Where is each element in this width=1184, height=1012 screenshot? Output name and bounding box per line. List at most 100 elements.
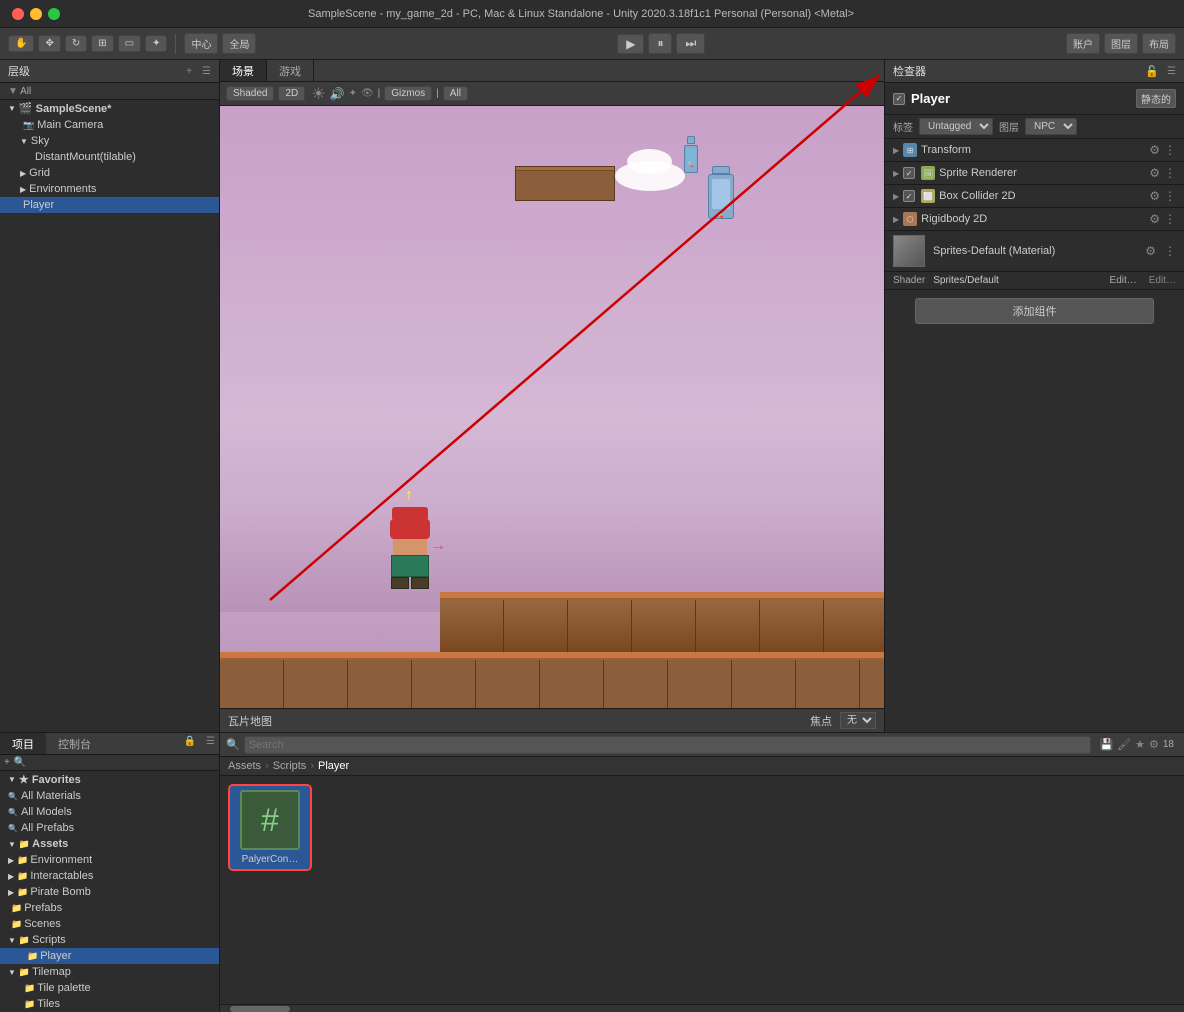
tree-scripts[interactable]: ▼ 📁Scripts bbox=[0, 932, 219, 948]
hierarchy-maincamera[interactable]: 📷 Main Camera bbox=[0, 117, 219, 133]
hierarchy-add[interactable]: + bbox=[186, 66, 192, 77]
tree-tilemap[interactable]: ▼ 📁Tilemap bbox=[0, 964, 219, 980]
horizontal-scrollbar[interactable] bbox=[220, 1004, 1184, 1012]
tree-scripts-player[interactable]: 📁Player bbox=[0, 948, 219, 964]
breadcrumb-assets[interactable]: Assets bbox=[228, 760, 261, 772]
tag-select[interactable]: Untagged bbox=[919, 118, 993, 135]
tool-rect[interactable]: ▭ bbox=[118, 35, 141, 52]
breadcrumb-player[interactable]: Player bbox=[318, 760, 349, 772]
lighting-icon[interactable]: ☀ bbox=[311, 84, 325, 104]
add-folder-icon[interactable]: + bbox=[4, 757, 10, 768]
panel-menu[interactable]: ☰ bbox=[202, 733, 219, 754]
tree-favorites[interactable]: ▼★ Favorites bbox=[0, 771, 219, 788]
material-settings[interactable]: ⚙ bbox=[1145, 244, 1156, 258]
gizmos-button[interactable]: Gizmos bbox=[384, 86, 432, 101]
panel-lock[interactable]: 🔒 bbox=[178, 733, 202, 754]
tool-rotate[interactable]: ↻ bbox=[65, 35, 87, 52]
hierarchy-player[interactable]: Player bbox=[0, 197, 219, 213]
tree-environment[interactable]: ▶ 📁Environment bbox=[0, 852, 219, 868]
hierarchy-grid[interactable]: ▶ Grid bbox=[0, 165, 219, 181]
game-tab[interactable]: 游戏 bbox=[267, 60, 314, 81]
pause-button[interactable]: ⏸ bbox=[648, 33, 672, 54]
focus-select[interactable]: 无 bbox=[840, 712, 876, 729]
rigidbody-settings[interactable]: ⚙ bbox=[1149, 212, 1160, 226]
focus-label: 焦点 bbox=[810, 713, 832, 729]
material-overflow[interactable]: ⋮ bbox=[1164, 244, 1176, 258]
layout-button[interactable]: 布局 bbox=[1142, 33, 1176, 54]
static-badge[interactable]: 静态的 bbox=[1136, 89, 1176, 108]
tool-hand[interactable]: ✋ bbox=[8, 35, 34, 52]
hierarchy-sky[interactable]: ▼ Sky bbox=[0, 133, 219, 149]
global-button[interactable]: 全局 bbox=[222, 33, 256, 54]
shader-edit-left[interactable]: Edit… bbox=[1110, 275, 1137, 286]
scrollbar-thumb[interactable] bbox=[230, 1006, 290, 1012]
transform-component[interactable]: ▶ ⊞ Transform ⚙ ⋮ bbox=[885, 139, 1184, 162]
scene-viewport[interactable]: 💊 💊 bbox=[220, 106, 884, 732]
console-tab[interactable]: 控制台 bbox=[46, 733, 103, 754]
transform-overflow[interactable]: ⋮ bbox=[1164, 143, 1176, 157]
inspector-lock[interactable]: 🔓 bbox=[1145, 65, 1159, 78]
hierarchy-menu[interactable]: ☰ bbox=[202, 66, 211, 77]
star-icon[interactable]: ★ bbox=[1135, 738, 1145, 751]
tree-tiles[interactable]: 📁Tiles bbox=[0, 996, 219, 1012]
sprite-renderer-component[interactable]: ▶ ✓ 🖼 Sprite Renderer ⚙ ⋮ bbox=[885, 162, 1184, 185]
shader-edit-right[interactable]: Edit… bbox=[1149, 275, 1176, 286]
breadcrumb-scripts[interactable]: Scripts bbox=[273, 760, 307, 772]
hide-icon[interactable]: 👁 bbox=[361, 88, 374, 99]
gameobject-active-checkbox[interactable]: ✓ bbox=[893, 93, 905, 105]
tree-scenes[interactable]: 📁Scenes bbox=[0, 916, 219, 932]
tree-prefabs[interactable]: 📁Prefabs bbox=[0, 900, 219, 916]
search-project-icon[interactable]: 🔍 bbox=[14, 757, 26, 768]
folder-pref-icon: 📁 bbox=[11, 903, 22, 914]
tool-move[interactable]: ✥ bbox=[38, 35, 60, 52]
tree-interactables[interactable]: ▶ 📁Interactables bbox=[0, 868, 219, 884]
maximize-button[interactable] bbox=[48, 8, 60, 20]
step-button[interactable]: ⏭ bbox=[676, 33, 705, 54]
tool-scale[interactable]: ⊞ bbox=[91, 35, 113, 52]
folder-pb-icon: 📁 bbox=[17, 887, 28, 898]
project-search-input[interactable] bbox=[244, 736, 1092, 754]
transform-settings[interactable]: ⚙ bbox=[1149, 143, 1160, 157]
save-icon[interactable]: 💾 bbox=[1099, 738, 1113, 751]
sprite-enabled[interactable]: ✓ bbox=[903, 167, 915, 179]
tree-pirate-bomb[interactable]: ▶ 📁Pirate Bomb bbox=[0, 884, 219, 900]
tool-transform[interactable]: ✦ bbox=[145, 35, 167, 52]
hierarchy-samplescene[interactable]: ▼ 🎬 SampleScene* bbox=[0, 100, 219, 117]
layer-select[interactable]: NPC bbox=[1025, 118, 1077, 135]
all-button[interactable]: All bbox=[443, 86, 468, 101]
minimize-button[interactable] bbox=[30, 8, 42, 20]
play-button[interactable]: ▶ bbox=[617, 34, 644, 54]
collider-settings[interactable]: ⚙ bbox=[1149, 189, 1160, 203]
project-tab[interactable]: 项目 bbox=[0, 733, 46, 754]
rigidbody-overflow[interactable]: ⋮ bbox=[1164, 212, 1176, 226]
tree-all-models[interactable]: 🔍All Models bbox=[0, 804, 219, 820]
sprite-overflow[interactable]: ⋮ bbox=[1164, 166, 1176, 180]
asset-player-script[interactable]: # PalyerCon… bbox=[230, 786, 310, 869]
audio-icon[interactable]: 🔊 bbox=[330, 87, 345, 101]
window-controls[interactable] bbox=[12, 8, 60, 20]
rigidbody-component[interactable]: ▶ ⬡ Rigidbody 2D ⚙ ⋮ bbox=[885, 208, 1184, 231]
pivot-button[interactable]: 中心 bbox=[184, 33, 218, 54]
layers-button[interactable]: 图层 bbox=[1104, 33, 1138, 54]
collider-overflow[interactable]: ⋮ bbox=[1164, 189, 1176, 203]
add-component-button[interactable]: 添加组件 bbox=[915, 298, 1154, 324]
shaded-dropdown[interactable]: Shaded bbox=[226, 86, 274, 101]
account-button[interactable]: 账户 bbox=[1066, 33, 1100, 54]
bottom-panel: 项目 控制台 🔒 ☰ + 🔍 ▼★ Favorites 🔍All Materia… bbox=[0, 732, 1184, 1012]
collider-component[interactable]: ▶ ✓ ⬜ Box Collider 2D ⚙ ⋮ bbox=[885, 185, 1184, 208]
collider-enabled[interactable]: ✓ bbox=[903, 190, 915, 202]
inspector-menu[interactable]: ☰ bbox=[1167, 66, 1176, 77]
tree-assets[interactable]: ▼ 📁Assets bbox=[0, 836, 219, 852]
hierarchy-distantmount[interactable]: DistantMount(tilable) bbox=[0, 149, 219, 165]
paint-icon[interactable]: 🖌 bbox=[1117, 738, 1131, 751]
scene-tab[interactable]: 场景 bbox=[220, 60, 267, 81]
sprite-settings[interactable]: ⚙ bbox=[1149, 166, 1160, 180]
gameobject-name[interactable]: Player bbox=[911, 91, 950, 106]
hierarchy-environments[interactable]: ▶ Environments bbox=[0, 181, 219, 197]
tree-all-materials[interactable]: 🔍All Materials bbox=[0, 788, 219, 804]
close-button[interactable] bbox=[12, 8, 24, 20]
tree-all-prefabs[interactable]: 🔍All Prefabs bbox=[0, 820, 219, 836]
mode-2d-button[interactable]: 2D bbox=[278, 86, 305, 101]
tree-tile-palette[interactable]: 📁Tile palette bbox=[0, 980, 219, 996]
effect-icon[interactable]: ✦ bbox=[349, 88, 357, 99]
